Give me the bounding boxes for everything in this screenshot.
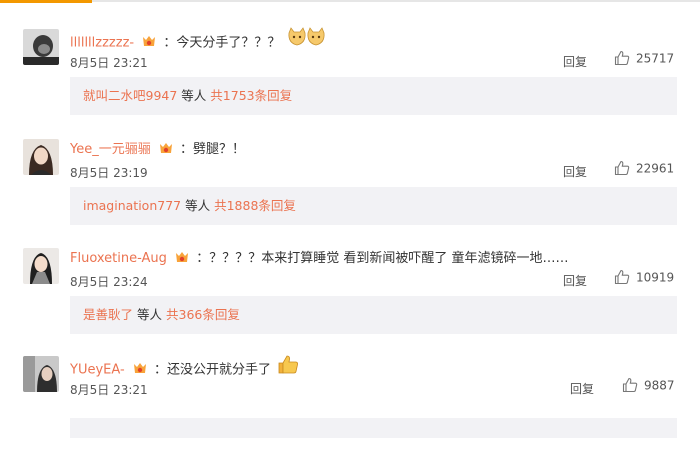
- comment-item: Fluoxetine-Aug ：？？？？本来打算睡觉 看到新闻被吓醒了 童年滤镜…: [0, 248, 700, 354]
- like-button[interactable]: 25717: [614, 50, 675, 67]
- reply-button[interactable]: 回复: [563, 163, 587, 180]
- vip-badge-icon: [174, 251, 190, 265]
- thumbs-up-emoji-icon: [277, 354, 299, 382]
- like-button[interactable]: 10919: [614, 269, 675, 286]
- reply-button[interactable]: 回复: [570, 380, 594, 397]
- reply-middle-text: 等人: [181, 88, 207, 103]
- comment-text: ：劈腿？！: [180, 142, 246, 157]
- like-count: 9887: [644, 378, 675, 393]
- username[interactable]: Fluoxetine-Aug: [70, 251, 167, 266]
- thumbs-up-icon: [614, 269, 630, 285]
- reply-count-link[interactable]: 共366条回复: [166, 307, 240, 322]
- comment-text: ：今天分手了？？？: [163, 35, 281, 51]
- reply-users[interactable]: imagination777: [83, 198, 181, 213]
- vip-badge-icon: [141, 35, 157, 49]
- username[interactable]: YUeyEA-: [70, 363, 125, 378]
- reply-button[interactable]: 回复: [563, 272, 587, 289]
- top-divider: [0, 0, 700, 2]
- replies-summary: [70, 418, 677, 438]
- active-tab-indicator: [0, 0, 92, 3]
- like-button[interactable]: 22961: [614, 160, 675, 177]
- replies-summary: imagination777 等人 共1888条回复: [70, 187, 677, 225]
- avatar[interactable]: [23, 139, 59, 175]
- replies-summary: 是善耿了 等人 共366条回复: [70, 296, 677, 334]
- comment-header: lllllllzzzzz- ：今天分手了？？？: [70, 27, 327, 51]
- like-count: 22961: [636, 161, 675, 176]
- comment-header: Fluoxetine-Aug ：？？？？本来打算睡觉 看到新闻被吓醒了 童年滤镜…: [70, 248, 568, 270]
- avatar[interactable]: [23, 248, 59, 284]
- comment-item: Yee_一元骊骊 ：劈腿？！ 8月5日 23:19 回复 22961 imagi…: [0, 139, 700, 245]
- like-count: 25717: [636, 51, 675, 66]
- avatar[interactable]: [23, 29, 59, 65]
- comment-text: ：还没公开就分手了: [153, 362, 271, 378]
- reply-middle-text: 等人: [137, 307, 163, 322]
- comment-item: lllllllzzzzz- ：今天分手了？？？ 8月5日 23:21 回复 25…: [0, 27, 700, 135]
- reply-button[interactable]: 回复: [563, 53, 587, 70]
- reply-users[interactable]: 就叫二水吧9947: [83, 88, 177, 103]
- username[interactable]: Yee_一元骊骊: [70, 142, 151, 157]
- vip-badge-icon: [132, 362, 148, 376]
- comment-date: 8月5日 23:19: [70, 166, 148, 180]
- comment-date: 8月5日 23:21: [70, 56, 148, 70]
- reply-count-link[interactable]: 共1888条回复: [214, 198, 296, 213]
- comment-text: ：？？？？本来打算睡觉 看到新闻被吓醒了 童年滤镜碎一地……: [196, 251, 569, 266]
- like-button[interactable]: 9887: [622, 377, 675, 394]
- comment-header: Yee_一元骊骊 ：劈腿？！: [70, 139, 245, 161]
- vip-badge-icon: [158, 142, 174, 156]
- reply-count-link[interactable]: 共1753条回复: [210, 88, 292, 103]
- comment-date: 8月5日 23:21: [70, 383, 148, 397]
- comment-item: YUeyEA- ：还没公开就分手了 8月5日 23:21 回复 9887: [0, 355, 700, 462]
- username[interactable]: lllllllzzzzz-: [70, 36, 134, 51]
- cat-emoji-icon: [287, 27, 327, 55]
- like-count: 10919: [636, 270, 675, 285]
- thumbs-up-icon: [622, 377, 638, 393]
- reply-users[interactable]: 是善耿了: [83, 307, 133, 322]
- avatar[interactable]: [23, 356, 59, 392]
- comment-date: 8月5日 23:24: [70, 275, 148, 289]
- comment-header: YUeyEA- ：还没公开就分手了: [70, 355, 299, 378]
- thumbs-up-icon: [614, 160, 630, 176]
- reply-middle-text: 等人: [185, 198, 211, 213]
- thumbs-up-icon: [614, 50, 630, 66]
- replies-summary: 就叫二水吧9947 等人 共1753条回复: [70, 77, 677, 115]
